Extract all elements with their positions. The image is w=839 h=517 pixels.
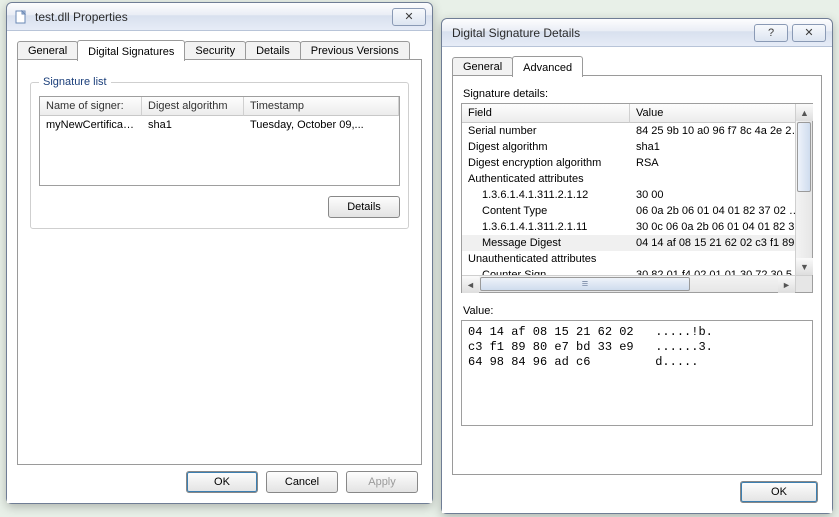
- titlebar[interactable]: test.dll Properties: [7, 3, 432, 31]
- table-row[interactable]: myNewCertificate1 sha1 Tuesday, October …: [40, 116, 399, 134]
- cancel-button[interactable]: Cancel: [266, 471, 338, 493]
- cell-value: 30 00: [630, 188, 812, 202]
- tab-security[interactable]: Security: [184, 41, 246, 60]
- cell-value: 06 0a 2b 06 01 04 01 82 37 02 01 04: [630, 204, 812, 218]
- dialog-buttons: OK Cancel Apply: [17, 465, 422, 497]
- table-row[interactable]: Authenticated attributes: [462, 171, 812, 187]
- cell-field: 1.3.6.1.4.1.311.2.1.11: [462, 220, 630, 234]
- col-signer[interactable]: Name of signer:: [40, 97, 142, 116]
- scroll-left-icon[interactable]: ◄: [462, 276, 479, 293]
- file-icon: [13, 9, 29, 25]
- cell-value: 30 0c 06 0a 2b 06 01 04 01 82 37 02 01: [630, 220, 812, 234]
- apply-button: Apply: [346, 471, 418, 493]
- cell-value: 84 25 9b 10 a0 96 f7 8c 4a 2e 24 0d a0 .: [630, 124, 812, 138]
- ok-button[interactable]: OK: [186, 471, 258, 493]
- window-title: test.dll Properties: [35, 10, 388, 24]
- scroll-thumb[interactable]: ≡: [480, 277, 690, 291]
- cell-field: Serial number: [462, 124, 630, 138]
- col-timestamp[interactable]: Timestamp: [244, 97, 399, 116]
- table-row[interactable]: 1.3.6.1.4.1.311.2.1.1230 00: [462, 187, 812, 203]
- cell-field: Digest algorithm: [462, 140, 630, 154]
- cell-field: Digest encryption algorithm: [462, 156, 630, 170]
- details-button[interactable]: Details: [328, 196, 400, 218]
- table-row[interactable]: Unauthenticated attributes: [462, 251, 812, 267]
- cell-digest: sha1: [142, 116, 244, 134]
- col-field[interactable]: Field: [462, 104, 630, 123]
- signature-list-group: Signature list Name of signer: Digest al…: [30, 76, 409, 229]
- tab-panel: Signature details: Field Value Serial nu…: [452, 75, 822, 475]
- table-row[interactable]: Digest encryption algorithmRSA: [462, 155, 812, 171]
- tab-details[interactable]: Details: [245, 41, 301, 60]
- col-digest[interactable]: Digest algorithm: [142, 97, 244, 116]
- sig-details-label: Signature details:: [463, 88, 813, 100]
- cell-timestamp: Tuesday, October 09,...: [244, 116, 399, 134]
- table-row[interactable]: Message Digest04 14 af 08 15 21 62 02 c3…: [462, 235, 812, 251]
- window-title: Digital Signature Details: [448, 26, 750, 40]
- cell-value: [630, 172, 812, 186]
- horizontal-scrollbar[interactable]: ◄ ≡ ►: [462, 275, 795, 292]
- dialog-buttons: OK: [452, 475, 822, 507]
- cell-field: 1.3.6.1.4.1.311.2.1.12: [462, 188, 630, 202]
- cell-field: Content Type: [462, 204, 630, 218]
- tab-panel: Signature list Name of signer: Digest al…: [17, 59, 422, 465]
- help-button[interactable]: [754, 24, 788, 42]
- cell-signer: myNewCertificate1: [40, 116, 142, 134]
- cell-field: Authenticated attributes: [462, 172, 630, 186]
- signature-details-list[interactable]: Field Value Serial number84 25 9b 10 a0 …: [461, 103, 813, 293]
- cell-field: Message Digest: [462, 236, 630, 250]
- tab-advanced[interactable]: Advanced: [512, 56, 583, 77]
- scroll-thumb[interactable]: [797, 122, 811, 192]
- tab-general[interactable]: General: [452, 57, 513, 76]
- value-textbox[interactable]: 04 14 af 08 15 21 62 02 .....!b. c3 f1 8…: [461, 320, 813, 426]
- cell-field: Unauthenticated attributes: [462, 252, 630, 266]
- scroll-down-icon[interactable]: ▼: [796, 258, 813, 275]
- titlebar[interactable]: Digital Signature Details: [442, 19, 832, 47]
- signature-listview[interactable]: Name of signer: Digest algorithm Timesta…: [39, 96, 400, 186]
- properties-window: test.dll Properties General Digital Sign…: [6, 2, 433, 504]
- close-button[interactable]: [792, 24, 826, 42]
- tab-previous-versions[interactable]: Previous Versions: [300, 41, 410, 60]
- value-label: Value:: [463, 305, 813, 317]
- table-row[interactable]: 1.3.6.1.4.1.311.2.1.1130 0c 06 0a 2b 06 …: [462, 219, 812, 235]
- vertical-scrollbar[interactable]: ▲ ▼: [795, 104, 812, 275]
- cell-value: RSA: [630, 156, 812, 170]
- close-button[interactable]: [392, 8, 426, 26]
- ok-button[interactable]: OK: [740, 481, 818, 503]
- scroll-up-icon[interactable]: ▲: [796, 104, 813, 121]
- cell-value: [630, 252, 812, 266]
- scroll-corner: [795, 275, 812, 292]
- tab-general[interactable]: General: [17, 41, 78, 60]
- scroll-right-icon[interactable]: ►: [778, 276, 795, 293]
- signature-details-window: Digital Signature Details General Advanc…: [441, 18, 833, 514]
- table-row[interactable]: Serial number84 25 9b 10 a0 96 f7 8c 4a …: [462, 123, 812, 139]
- tab-digital-signatures[interactable]: Digital Signatures: [77, 40, 185, 61]
- table-row[interactable]: Digest algorithmsha1: [462, 139, 812, 155]
- cell-value: 04 14 af 08 15 21 62 02 c3 f1 89 80 e7 .…: [630, 236, 812, 250]
- tab-strip: General Advanced: [452, 55, 822, 76]
- tab-strip: General Digital Signatures Security Deta…: [17, 39, 422, 60]
- table-row[interactable]: Content Type06 0a 2b 06 01 04 01 82 37 0…: [462, 203, 812, 219]
- cell-value: sha1: [630, 140, 812, 154]
- group-legend: Signature list: [39, 76, 111, 88]
- col-value[interactable]: Value: [630, 104, 812, 123]
